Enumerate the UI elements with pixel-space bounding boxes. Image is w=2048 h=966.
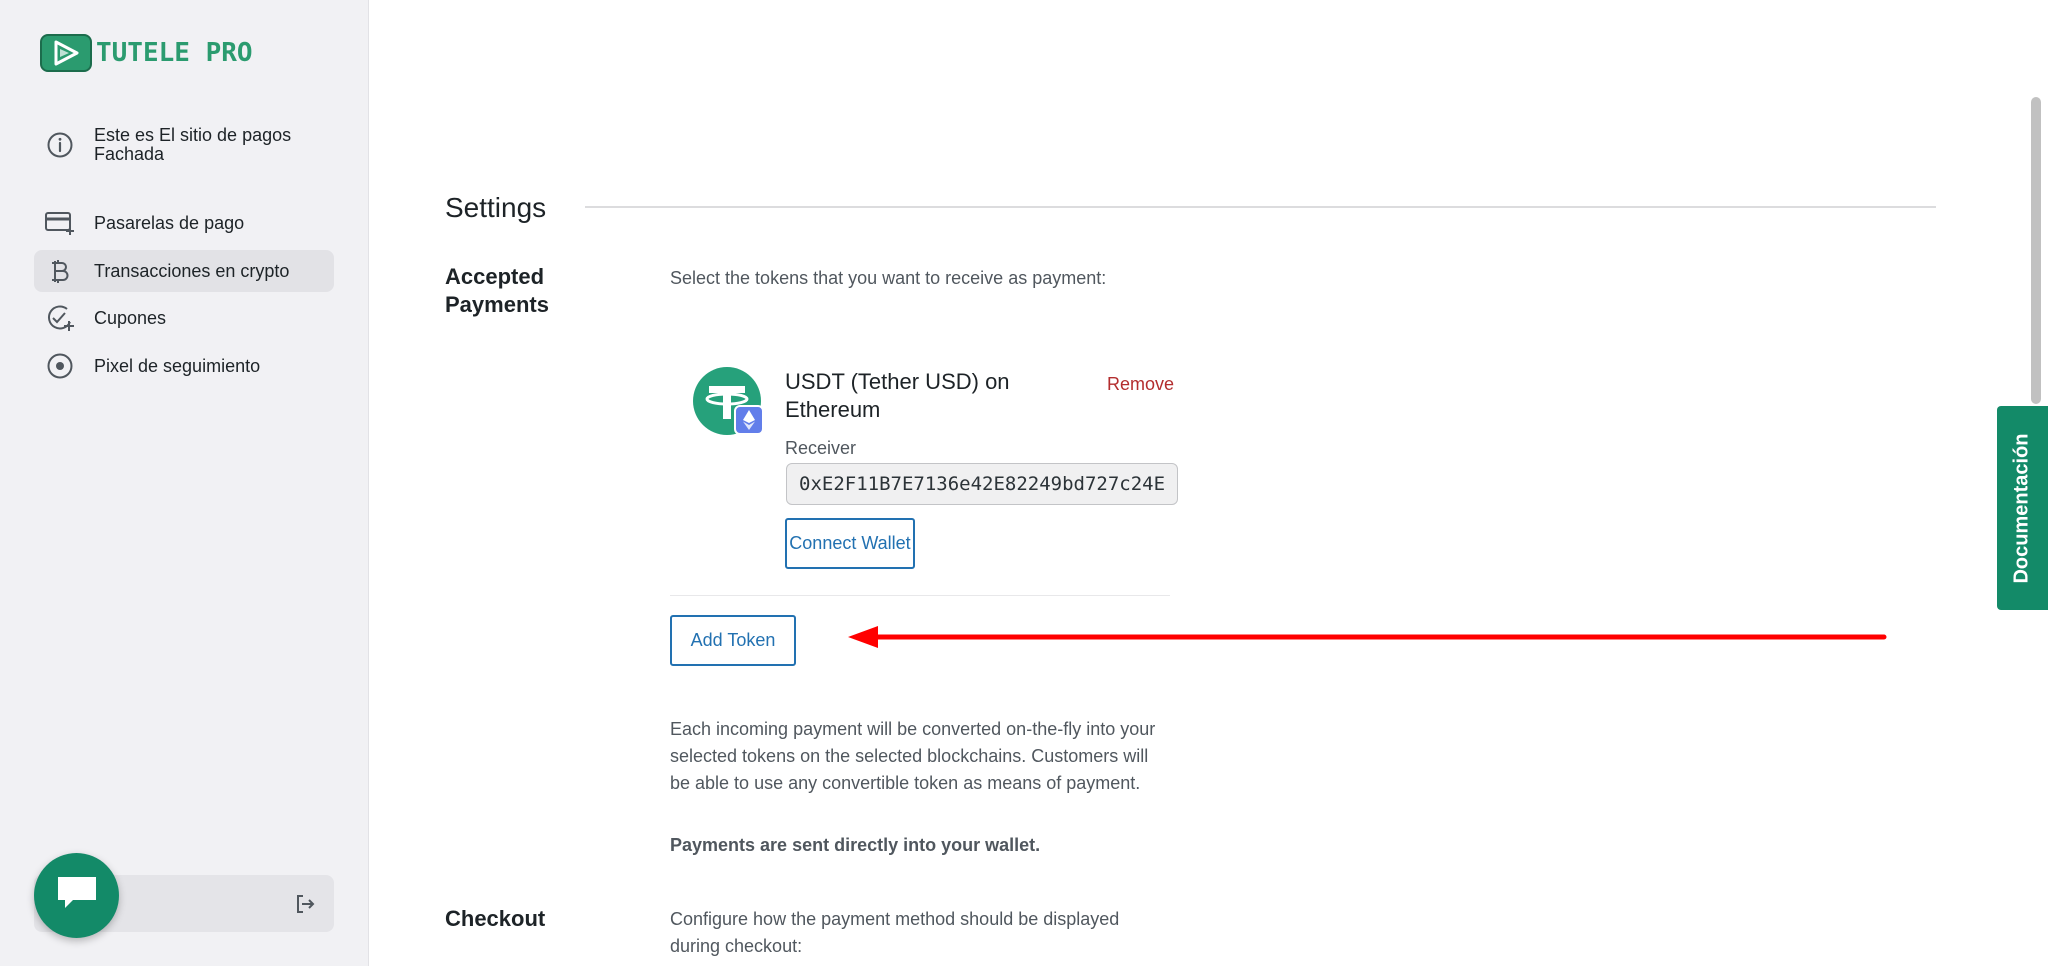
sidebar: TUTELE PRO Este es El sitio de pagos Fac… <box>0 0 369 966</box>
token-card: USDT (Tether USD) on Ethereum Remove Rec… <box>670 340 1178 596</box>
sidebar-item-pixel[interactable]: Pixel de seguimiento <box>34 351 334 381</box>
receiver-label: Receiver <box>785 438 857 458</box>
page-title: Settings <box>445 192 547 223</box>
sidebar-item-transacciones[interactable]: Transacciones en crypto <box>34 250 334 292</box>
logout-icon[interactable] <box>294 893 316 915</box>
ethereum-icon <box>734 405 764 435</box>
title-divider <box>585 206 1936 208</box>
badge-check-icon <box>38 303 82 333</box>
token-name: USDT (Tether USD) on Ethereum <box>785 369 1010 422</box>
info-icon <box>38 130 82 160</box>
scrollbar-thumb[interactable] <box>2031 97 2041 404</box>
checkout-label: Checkout <box>445 906 546 931</box>
play-logo-icon <box>40 34 92 72</box>
add-token-button[interactable]: Add Token <box>670 615 796 666</box>
bitcoin-icon <box>38 256 82 286</box>
remove-token-link[interactable]: Remove <box>1107 374 1174 395</box>
sidebar-item-label: Transacciones en crypto <box>94 260 290 281</box>
sidebar-item-label: Este es El sitio de pagos Fachada <box>94 125 292 164</box>
sidebar-item-cupones[interactable]: Cupones <box>34 303 334 333</box>
red-arrow-annotation <box>848 626 1887 648</box>
sidebar-item-label: Cupones <box>94 307 167 328</box>
sidebar-item-label: Pasarelas de pago <box>94 212 245 233</box>
brand-name: TUTELE PRO <box>96 38 253 68</box>
chat-button[interactable] <box>34 853 119 938</box>
accepted-payments-prompt: Select the tokens that you want to recei… <box>670 268 1107 288</box>
conversion-info: Each incoming payment will be converted … <box>670 719 1156 793</box>
documentation-tab-label: Documentación <box>2011 432 2033 584</box>
receiver-address-field[interactable]: 0xE2F11B7E7136e42E82249bd727c24E <box>786 463 1178 505</box>
card-plus-icon <box>38 208 82 238</box>
sidebar-item-label: Pixel de seguimiento <box>94 355 261 376</box>
sidebar-item-sitio[interactable]: Este es El sitio de pagos Fachada <box>34 126 334 164</box>
documentation-tab[interactable]: Documentación <box>1997 406 2048 610</box>
target-icon <box>38 351 82 381</box>
connect-wallet-button[interactable]: Connect Wallet <box>785 518 915 569</box>
main-content: Settings Accepted Payments Select the to… <box>370 0 2048 966</box>
accepted-payments-label: Accepted Payments <box>445 264 549 317</box>
checkout-desc: Configure how the payment method should … <box>670 909 1120 956</box>
chat-bubble-icon <box>55 874 99 917</box>
wallet-note: Payments are sent directly into your wal… <box>670 835 1041 855</box>
sidebar-item-pasarelas[interactable]: Pasarelas de pago <box>34 208 334 238</box>
brand-logo[interactable]: TUTELE PRO <box>40 34 253 72</box>
